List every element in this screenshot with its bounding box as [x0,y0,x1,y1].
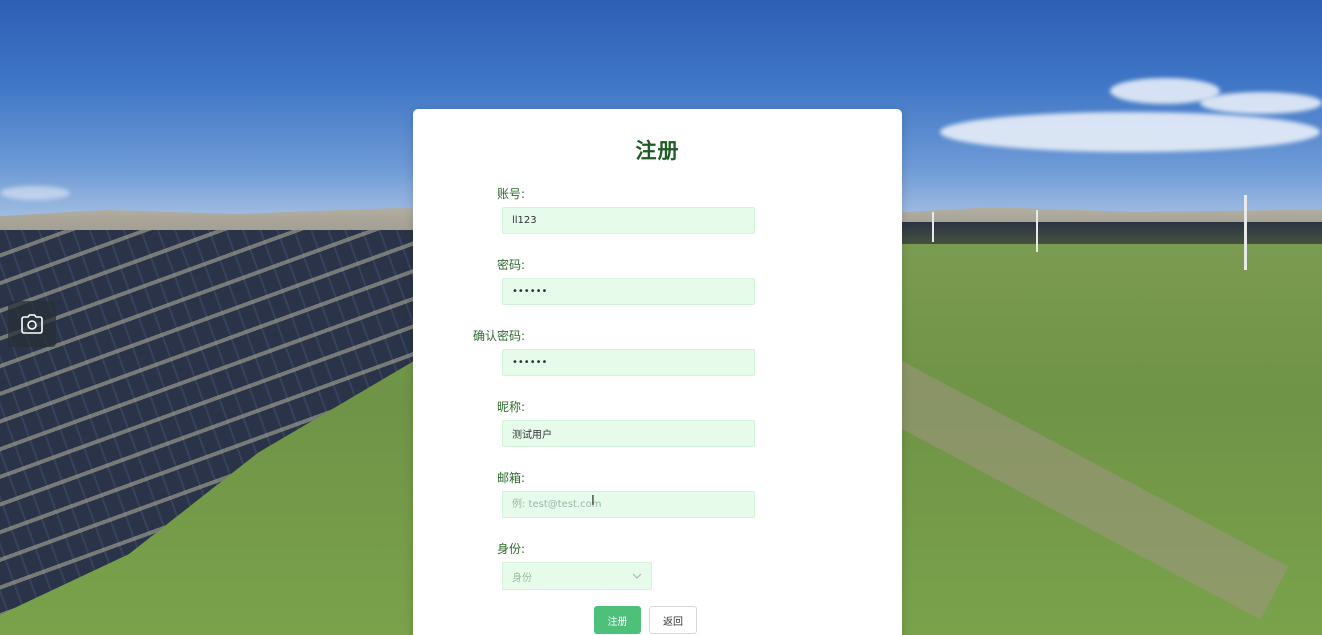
page-title: 注册 [635,139,680,163]
password-label: 密码: [496,258,525,272]
role-select[interactable]: 身份 [502,562,652,590]
power-pole [932,212,934,242]
register-card: 注册 账号: 密码: 确认密码: 昵称: 邮箱: I 身份: 身份 注册 返回 [413,109,902,635]
camera-icon [21,314,43,334]
password-input[interactable] [502,278,755,305]
power-pole [1036,210,1038,252]
solar-panels-far [902,222,1322,244]
email-label: 邮箱: [496,471,525,485]
chevron-down-icon [632,573,642,579]
text-cursor-icon: I [591,494,595,509]
confirm-password-label: 确认密码: [472,329,525,343]
cloud [1200,92,1322,114]
email-input[interactable] [502,491,755,518]
role-label: 身份: [496,542,525,556]
account-label: 账号: [496,187,525,201]
nickname-input[interactable] [502,420,755,447]
back-button[interactable]: 返回 [649,606,697,634]
nickname-label: 昵称: [496,400,525,414]
power-pole [1244,195,1247,270]
register-button[interactable]: 注册 [594,606,641,634]
account-input[interactable] [502,207,755,234]
cloud [940,112,1320,152]
role-select-placeholder: 身份 [512,572,532,584]
confirm-password-input[interactable] [502,349,755,376]
screenshot-button[interactable] [8,301,56,347]
cloud [0,186,70,200]
